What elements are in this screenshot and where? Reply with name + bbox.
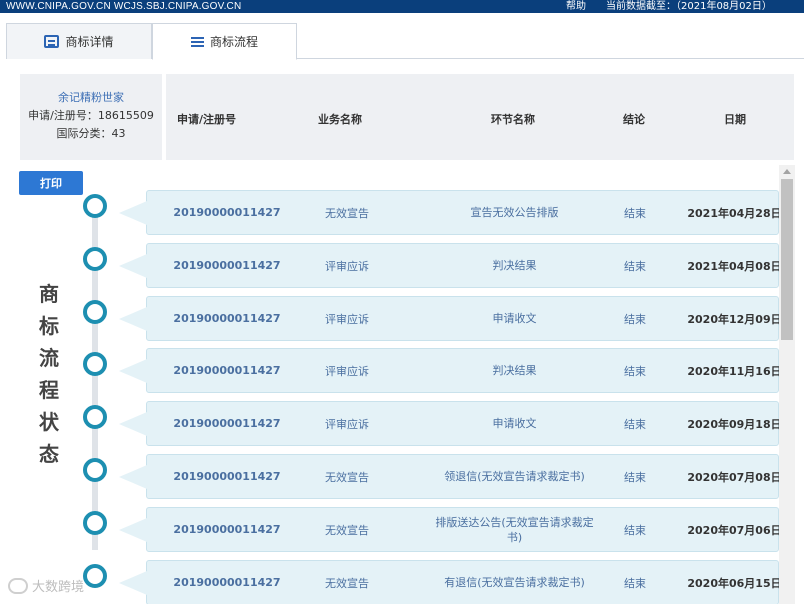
timeline-node-icon bbox=[83, 564, 107, 588]
timeline-node-icon bbox=[83, 247, 107, 271]
row-date: 2020年07月06日 bbox=[687, 523, 782, 537]
process-row: 20190000011427 评审应诉 判决结果 结束 2021年04月08日 bbox=[119, 243, 782, 288]
row-pointer bbox=[119, 518, 147, 542]
row-pointer bbox=[119, 307, 147, 331]
row-pointer bbox=[119, 465, 147, 489]
row-result: 结束 bbox=[624, 312, 646, 326]
process-row: 20190000011427 评审应诉 判决结果 结束 2020年11月16日 bbox=[119, 348, 782, 393]
timeline-node-icon bbox=[83, 300, 107, 324]
vertical-title-char: 标 bbox=[39, 314, 59, 338]
tab-trademark-process[interactable]: 商标流程 bbox=[152, 23, 297, 60]
tab-bar: 商标详情 商标流程 bbox=[6, 23, 804, 60]
row-step: 申请收文 bbox=[492, 417, 537, 430]
row-step: 申请收文 bbox=[492, 312, 537, 325]
vertical-title-char: 态 bbox=[39, 442, 59, 466]
row-business: 无效宣告 bbox=[325, 576, 369, 590]
row-result: 结束 bbox=[624, 206, 646, 220]
row-result: 结束 bbox=[624, 417, 646, 431]
row-step: 有退信(无效宣告请求裁定书) bbox=[444, 576, 585, 589]
row-pointer bbox=[119, 201, 147, 225]
row-business: 评审应诉 bbox=[325, 417, 369, 431]
row-pointer bbox=[119, 571, 147, 595]
row-result: 结束 bbox=[624, 259, 646, 273]
row-business: 无效宣告 bbox=[325, 470, 369, 484]
header-result: 结论 bbox=[623, 113, 645, 126]
row-date: 2020年06月15日 bbox=[687, 576, 782, 590]
row-business: 评审应诉 bbox=[325, 312, 369, 326]
row-step: 领退信(无效宣告请求裁定书) bbox=[444, 470, 585, 483]
international-class: 国际分类：43 bbox=[56, 127, 126, 140]
row-pointer bbox=[119, 359, 147, 383]
process-row: 20190000011427 无效宣告 宣告无效公告排版 结束 2021年04月28日 bbox=[119, 190, 782, 235]
row-date: 2020年09月18日 bbox=[687, 417, 782, 431]
process-row: 20190000011427 无效宣告 领退信(无效宣告请求裁定书) 结束 2020年0… bbox=[119, 454, 782, 499]
row-pointer bbox=[119, 412, 147, 436]
row-business: 无效宣告 bbox=[325, 523, 369, 537]
row-business: 评审应诉 bbox=[325, 259, 369, 273]
scrollbar-thumb[interactable] bbox=[781, 179, 793, 340]
vertical-title-char: 流 bbox=[39, 346, 59, 370]
row-step: 排版送达公告(无效宣告请求裁定书) bbox=[435, 515, 594, 544]
vertical-title-char: 状 bbox=[39, 410, 59, 434]
row-reg-no: 20190000011427 bbox=[173, 523, 281, 536]
data-date-label: 当前数据截至：（2021年08月02日） bbox=[606, 1, 772, 12]
row-result: 结束 bbox=[624, 364, 646, 378]
process-row: 20190000011427 评审应诉 申请收文 结束 2020年12月09日 bbox=[119, 296, 782, 341]
header-reg-no: 申请/注册号 bbox=[177, 113, 237, 126]
row-step: 判决结果 bbox=[492, 364, 537, 377]
header-step: 环节名称 bbox=[491, 113, 535, 126]
scrollbar[interactable] bbox=[779, 165, 795, 604]
site-domains[interactable]: WWW.CNIPA.GOV.CN WCJS.SBJ.CNIPA.GOV.CN bbox=[6, 0, 241, 13]
row-date: 2020年11月16日 bbox=[687, 364, 782, 378]
process-row: 20190000011427 无效宣告 有退信(无效宣告请求裁定书) 结束 2020年0… bbox=[119, 560, 782, 604]
scroll-up-arrow-icon[interactable] bbox=[783, 169, 791, 174]
row-result: 结束 bbox=[624, 523, 646, 537]
timeline-node-icon bbox=[83, 405, 107, 429]
trademark-info-box: 余记精粉世家 申请/注册号：18615509 国际分类：43 bbox=[20, 74, 162, 160]
row-reg-no: 20190000011427 bbox=[173, 417, 281, 430]
table-header: 申请/注册号 业务名称 环节名称 结论 日期 bbox=[166, 74, 794, 160]
timeline-node-icon bbox=[83, 194, 107, 218]
vertical-title-char: 商 bbox=[39, 282, 59, 306]
row-result: 结束 bbox=[624, 576, 646, 590]
header-date: 日期 bbox=[724, 113, 746, 126]
timeline-node-icon bbox=[83, 352, 107, 376]
timeline-node-icon bbox=[83, 511, 107, 535]
row-reg-no: 20190000011427 bbox=[173, 364, 281, 377]
top-bar: WWW.CNIPA.GOV.CN WCJS.SBJ.CNIPA.GOV.CN 帮… bbox=[0, 0, 804, 13]
row-business: 评审应诉 bbox=[325, 364, 369, 378]
row-reg-no: 20190000011427 bbox=[173, 259, 281, 272]
registration-number: 申请/注册号：18615509 bbox=[28, 109, 154, 122]
tab-label: 商标流程 bbox=[209, 35, 258, 49]
row-date: 2021年04月28日 bbox=[687, 206, 782, 220]
header-business: 业务名称 bbox=[318, 113, 362, 126]
row-business: 无效宣告 bbox=[325, 206, 369, 220]
timeline-node-icon bbox=[83, 458, 107, 482]
watermark-logo-icon bbox=[8, 577, 28, 594]
row-result: 结束 bbox=[624, 470, 646, 484]
row-pointer bbox=[119, 254, 147, 278]
process-row: 20190000011427 评审应诉 申请收文 结束 2020年09月18日 bbox=[119, 401, 782, 446]
row-date: 2021年04月08日 bbox=[687, 259, 782, 273]
tab-trademark-details[interactable]: 商标详情 bbox=[6, 23, 152, 59]
print-button[interactable]: 打印 bbox=[19, 171, 83, 195]
vertical-title: 商 标 流 程 状 态 bbox=[36, 278, 62, 470]
row-reg-no: 20190000011427 bbox=[173, 470, 281, 483]
list-icon bbox=[190, 36, 204, 48]
trademark-name: 余记精粉世家 bbox=[58, 91, 124, 104]
help-link[interactable]: 帮助 bbox=[566, 0, 586, 13]
row-reg-no: 20190000011427 bbox=[173, 206, 281, 219]
row-date: 2020年07月08日 bbox=[687, 470, 782, 484]
tab-label: 商标详情 bbox=[65, 35, 114, 49]
process-row: 20190000011427 无效宣告 排版送达公告(无效宣告请求裁定书) 结束 202… bbox=[119, 507, 782, 552]
row-date: 2020年12月09日 bbox=[687, 312, 782, 326]
row-reg-no: 20190000011427 bbox=[173, 312, 281, 325]
document-icon bbox=[44, 35, 60, 48]
vertical-title-char: 程 bbox=[39, 378, 59, 402]
row-step: 宣告无效公告排版 bbox=[470, 206, 559, 219]
watermark-text: 大数跨境 bbox=[32, 580, 85, 595]
row-reg-no: 20190000011427 bbox=[173, 576, 281, 589]
row-step: 判决结果 bbox=[492, 259, 537, 272]
watermark: 大数跨境 bbox=[8, 576, 84, 595]
